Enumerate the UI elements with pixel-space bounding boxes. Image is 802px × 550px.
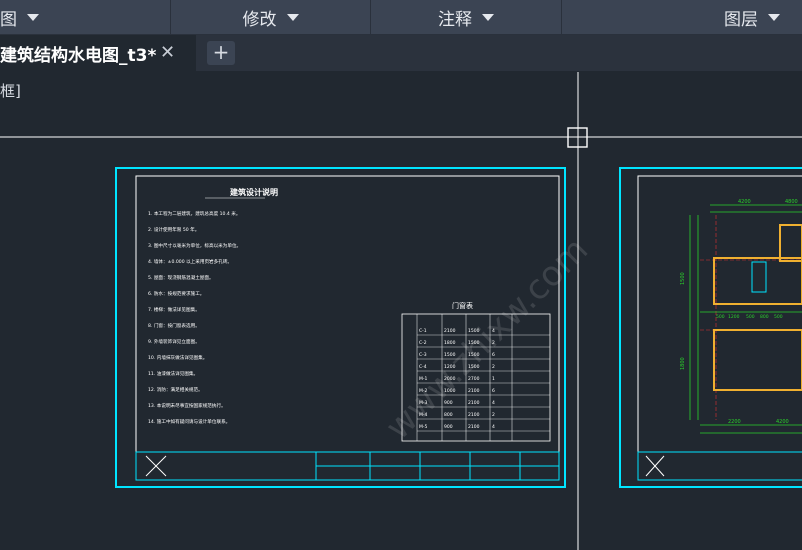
new-tab-button[interactable]: +: [207, 41, 235, 65]
door-table-cell: C-2: [419, 340, 427, 346]
dimension-text: 4200: [738, 199, 751, 205]
sheet-2-inner-frame: [637, 175, 802, 481]
door-table-cell: 2100: [444, 328, 456, 334]
door-table-cell: 2100: [468, 388, 480, 394]
door-table-cell: C-4: [419, 364, 427, 370]
ribbon-panel-annotate[interactable]: 注释: [371, 0, 562, 34]
dimension-text: 500: [746, 314, 755, 320]
chevron-down-icon: [482, 13, 494, 21]
wall-outline: [713, 257, 802, 305]
door-table-cell: 2100: [468, 412, 480, 418]
note-line: 3. 图中尺寸以毫米为单位，标高以米为单位。: [148, 242, 241, 249]
dimension-text: 1800: [680, 357, 686, 370]
dimension-text: 1500: [680, 272, 686, 285]
chevron-down-icon: [286, 13, 299, 21]
dimension-text: 1200: [728, 314, 740, 320]
door-table-title: 门窗表: [452, 301, 473, 310]
ribbon-panel-annotate-label: 注释: [438, 9, 472, 30]
note-line: 1. 本工程为二层建筑，建筑总高度 10.4 米。: [148, 210, 241, 217]
door-table-cell: 6: [492, 388, 495, 394]
note-line: 4. 墙体：±0.000 以上采用页岩多孔砖。: [148, 258, 232, 265]
door-table-cell: 2100: [468, 424, 480, 430]
door-table-cell: C-3: [419, 352, 427, 358]
sheet-2-outer-frame: [619, 167, 802, 488]
note-line: 8. 门窗：按门窗表选用。: [148, 322, 200, 329]
door-table-cell: 900: [444, 424, 453, 430]
note-line: 9. 外墙装饰详见立面图。: [148, 338, 200, 345]
close-icon[interactable]: ✕: [160, 42, 175, 63]
ribbon-panel-modify[interactable]: 修改: [171, 0, 371, 34]
ribbon-panel-modify-label: 修改: [242, 9, 277, 30]
note-line: 11. 油漆做法详见图集。: [148, 370, 198, 377]
ribbon-panel-layers[interactable]: 图层: [562, 0, 802, 34]
ribbon-panel-layers-label: 图层: [724, 9, 758, 30]
watermark-text: www.zhixw.com: [378, 230, 596, 448]
sheet-2-title-block: [637, 451, 802, 481]
door-table-cell: 1: [492, 376, 495, 382]
dimension-text: 500: [774, 314, 783, 320]
note-line: 7. 楼梯：做法详见图集。: [148, 306, 200, 313]
note-line: 6. 防水：按规范要求施工。: [148, 290, 204, 297]
drawing-canvas[interactable]: 建筑设计说明 1. 本工程为二层建筑，建筑总高度 10.4 米。 2. 设计使用…: [0, 72, 802, 550]
note-line: 13. 本说明未尽事宜按国家规范执行。: [148, 402, 226, 409]
door-table-cell: 2100: [468, 400, 480, 406]
ribbon-panel-bar: 图 修改 注释 图层: [0, 0, 802, 35]
dimension-text: 2200: [728, 419, 741, 425]
note-line: 10. 内墙抹灰做法详见图集。: [148, 354, 207, 361]
sheet-1-title: 建筑设计说明: [229, 187, 278, 197]
floor-plan: 4200 4800 500 1200 500 800 500 2200 4200…: [680, 199, 802, 434]
chevron-down-icon: [27, 13, 39, 21]
design-notes: 1. 本工程为二层建筑，建筑总高度 10.4 米。 2. 设计使用年限 50 年…: [148, 210, 241, 425]
note-line: 12. 消防：满足相关规范。: [148, 386, 203, 393]
dimension-text: 500: [716, 314, 725, 320]
dimension-text: 800: [760, 314, 769, 320]
door-table-cell: 2: [492, 412, 495, 418]
document-tab-bar: 建筑结构水电图_t3* ✕ +: [0, 35, 802, 71]
wall-outline: [779, 224, 802, 262]
chevron-down-icon: [768, 13, 780, 21]
door-table-cell: 4: [492, 424, 495, 430]
document-tab-active[interactable]: 建筑结构水电图_t3* ✕: [0, 35, 196, 71]
dimension-text: 4800: [785, 199, 798, 205]
door-table-cell: 4: [492, 400, 495, 406]
ribbon-panel-draw[interactable]: 图: [0, 0, 171, 34]
note-line: 14. 施工中如有疑问请与设计单位联系。: [148, 418, 230, 425]
document-tab-title: 建筑结构水电图_t3*: [0, 45, 157, 66]
note-line: 5. 屋面：现浇钢筋混凝土屋面。: [148, 274, 214, 281]
door-table-cell: 800: [444, 412, 453, 418]
ribbon-panel-draw-label: 图: [0, 9, 17, 30]
wall-outline: [713, 329, 802, 391]
stair-outline: [751, 261, 767, 293]
dimension-text: 4200: [776, 419, 789, 425]
note-line: 2. 设计使用年限 50 年。: [148, 226, 199, 233]
door-table-cell: 2: [492, 364, 495, 370]
drawing-sheet-2[interactable]: 4200 4800 500 1200 500 800 500 2200 4200…: [619, 167, 802, 488]
door-table-cell: C-1: [419, 328, 427, 334]
